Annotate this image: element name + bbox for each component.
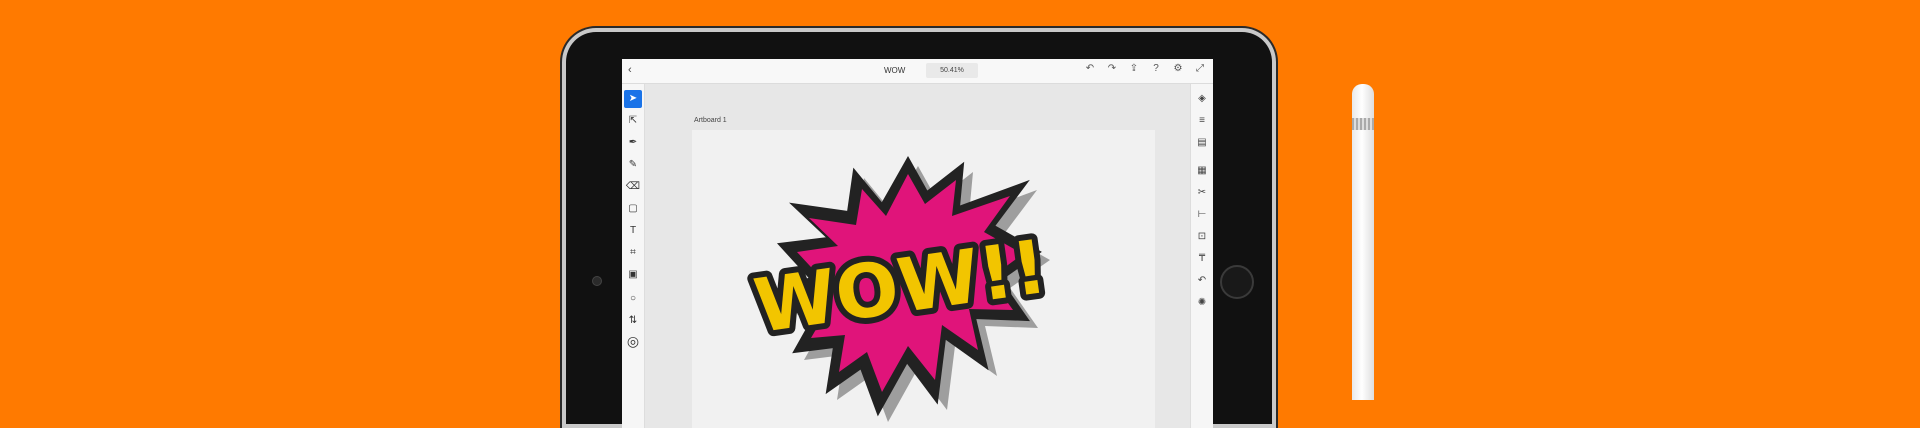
zoom-level[interactable]: 50.41% (926, 63, 978, 78)
redo-icon[interactable]: ↷ (1105, 63, 1119, 74)
layers-icon[interactable]: ◈ (1193, 90, 1211, 108)
shape-icon[interactable]: ↶ (1193, 272, 1211, 290)
libraries-icon[interactable]: ▤ (1193, 134, 1211, 152)
eraser-tool-icon[interactable]: ⌫ (624, 178, 642, 196)
pencil-tool-icon[interactable]: ✎ (624, 156, 642, 174)
stroke-circle-icon[interactable]: ◎ (624, 332, 642, 350)
share-icon[interactable]: ⇪ (1127, 63, 1141, 74)
top-bar: ‹ WOW 50.41% ↶ ↷ ⇪ ? ⚙ ⤢ (622, 59, 1213, 84)
document-title: WOW (884, 66, 906, 75)
properties-icon[interactable]: ≡ (1193, 112, 1211, 130)
pen-tool-icon[interactable]: ✒ (624, 134, 642, 152)
undo-icon[interactable]: ↶ (1083, 63, 1097, 74)
back-button[interactable]: ‹ (628, 64, 632, 76)
select-tool-icon[interactable]: ➤ (624, 90, 642, 108)
home-button[interactable] (1220, 265, 1254, 299)
right-toolbar: ◈ ≡ ▤ ▦ ✂ ⊢ ⊡ ₸ ↶ ✺ (1190, 84, 1213, 428)
front-camera (592, 276, 602, 286)
direct-select-tool-icon[interactable]: ⇱ (624, 112, 642, 130)
text-tool-icon[interactable]: T (624, 222, 642, 240)
top-actions: ↶ ↷ ⇪ ? ⚙ ⤢ (1083, 63, 1207, 74)
cut-icon[interactable]: ✂ (1193, 184, 1211, 202)
align-icon[interactable]: ⊢ (1193, 206, 1211, 224)
crop-tool-icon[interactable]: ⌗ (624, 244, 642, 262)
color-circle-icon[interactable]: ○ (624, 290, 642, 308)
type-icon[interactable]: ₸ (1193, 250, 1211, 268)
image-tool-icon[interactable]: ▣ (624, 266, 642, 284)
apple-pencil (1352, 84, 1374, 400)
swap-icon[interactable]: ⇅ (624, 312, 642, 330)
ipad-device: ‹ WOW 50.41% ↶ ↷ ⇪ ? ⚙ ⤢ ➤ ⇱ ✒ ✎ ⌫ ▢ T ⌗… (562, 28, 1276, 428)
left-toolbar: ➤ ⇱ ✒ ✎ ⌫ ▢ T ⌗ ▣ ○ ⇅ ◎ (622, 84, 645, 428)
artboard[interactable]: WOW!! WOW!! (692, 130, 1155, 428)
rectangle-tool-icon[interactable]: ▢ (624, 200, 642, 218)
fullscreen-icon[interactable]: ⤢ (1193, 63, 1207, 74)
help-icon[interactable]: ? (1149, 63, 1163, 74)
settings-icon[interactable]: ⚙ (1171, 63, 1185, 74)
pencil-band (1352, 118, 1374, 130)
app-screen: ‹ WOW 50.41% ↶ ↷ ⇪ ? ⚙ ⤢ ➤ ⇱ ✒ ✎ ⌫ ▢ T ⌗… (622, 59, 1213, 428)
artboard-label: Artboard 1 (694, 117, 727, 124)
combine-icon[interactable]: ⊡ (1193, 228, 1211, 246)
wow-burst-illustration[interactable]: WOW!! WOW!! (692, 130, 1155, 428)
transform-icon[interactable]: ▦ (1193, 162, 1211, 180)
pathfinder-icon[interactable]: ✺ (1193, 294, 1211, 312)
